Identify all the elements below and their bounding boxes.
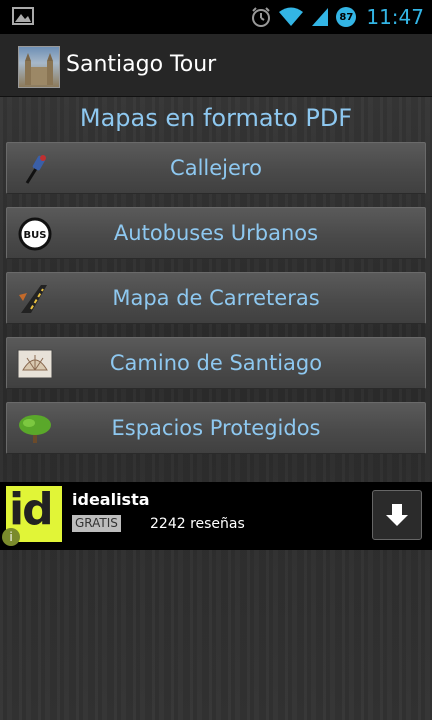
info-icon[interactable]: i	[2, 528, 20, 546]
alarm-icon	[252, 7, 271, 27]
battery-icon: 87	[336, 7, 357, 27]
ad-app-name: idealista	[72, 490, 150, 509]
autobuses-urbanos-button[interactable]: BUS Autobuses Urbanos	[6, 207, 426, 259]
download-icon	[386, 504, 408, 526]
menu-label: Autobuses Urbanos	[113, 221, 319, 245]
signal-icon	[312, 8, 329, 26]
battery-level: 87	[339, 11, 354, 23]
status-bar: 87 11:47	[0, 0, 432, 34]
app-title: Santiago Tour	[66, 52, 217, 77]
menu-label: Mapa de Carreteras	[112, 286, 320, 310]
callejero-button[interactable]: Callejero	[6, 142, 426, 194]
download-button[interactable]	[372, 490, 422, 540]
menu-label: Camino de Santiago	[109, 351, 323, 375]
cathedral-app-icon[interactable]	[18, 46, 60, 88]
section-title: Mapas en formato PDF	[79, 104, 353, 132]
clock: 11:47	[366, 5, 424, 29]
menu-label: Callejero	[170, 156, 262, 180]
espacios-protegidos-button[interactable]: Espacios Protegidos	[6, 402, 426, 454]
gallery-icon	[12, 7, 34, 25]
ad-banner[interactable]: id i idealista GRATIS 2242 reseñas	[0, 482, 432, 550]
action-bar: Santiago Tour	[0, 34, 432, 97]
wifi-icon	[279, 7, 304, 26]
ad-reviews: 2242 reseñas	[150, 516, 245, 532]
ad-price-badge: GRATIS	[72, 515, 121, 532]
menu-label: Espacios Protegidos	[111, 416, 321, 440]
ad-logo-text: id	[9, 484, 54, 535]
mapa-carreteras-button[interactable]: Mapa de Carreteras	[6, 272, 426, 324]
camino-santiago-button[interactable]: Camino de Santiago	[6, 337, 426, 389]
